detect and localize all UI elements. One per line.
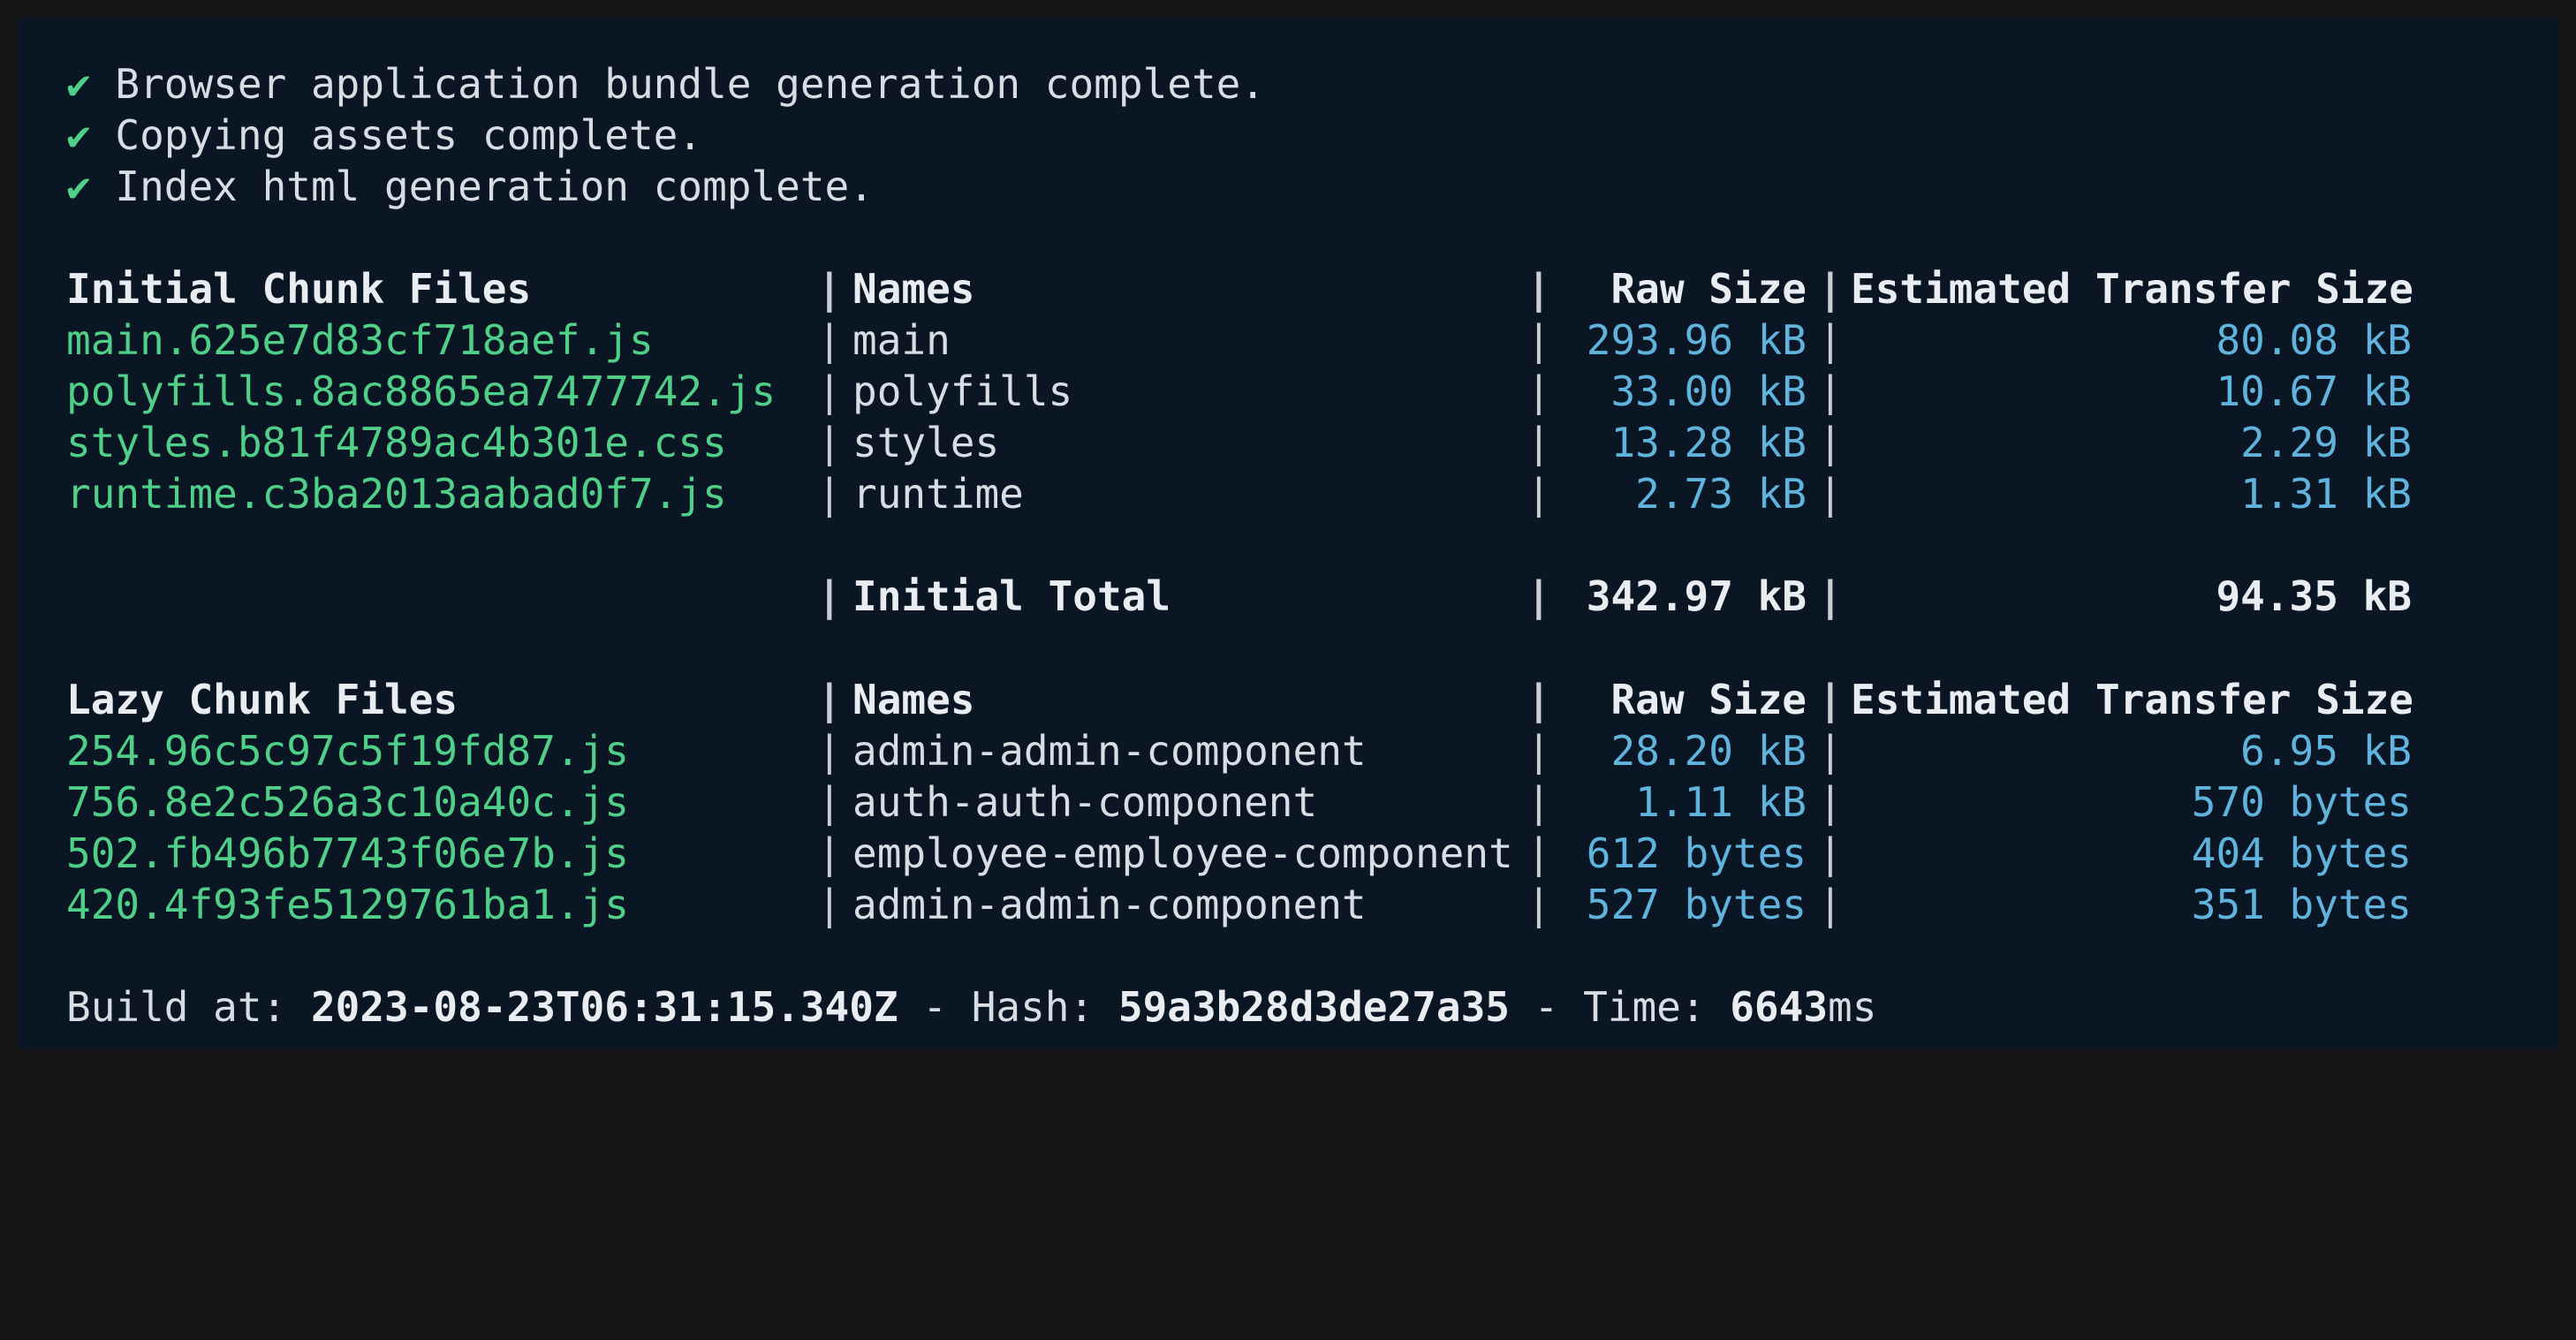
table-row: polyfills.8ac8865ea7477742.js | polyfill… [66, 366, 2412, 417]
chunk-name: polyfills [852, 367, 1073, 415]
table-row: 254.96c5c97c5f19fd87.js | admin-admin-co… [66, 725, 2412, 776]
raw-size: 33.00 kB [1610, 367, 1807, 415]
build-time: 2023-08-23T06:31:15.340Z [310, 983, 898, 1031]
table-row: 420.4f93fe5129761ba1.js | admin-admin-co… [66, 879, 2412, 930]
build-duration: 6643 [1730, 983, 1829, 1031]
column-separator: | [1818, 470, 1843, 518]
transfer-size: 6.95 kB [2240, 727, 2412, 775]
table-row: 756.8e2c526a3c10a40c.js | auth-auth-comp… [66, 776, 2412, 828]
header-raw-size: Raw Size [1610, 265, 1807, 313]
header-transfer-size: Estimated Transfer Size [1851, 676, 2413, 723]
raw-size: 13.28 kB [1610, 419, 1807, 466]
header-names: Names [852, 265, 975, 313]
lazy-table-header: Lazy Chunk Files | Names | Raw Size | Es… [66, 674, 2413, 725]
column-separator: | [817, 470, 842, 518]
chunk-file: styles.b81f4789ac4b301e.css [66, 419, 727, 466]
chunk-file: 420.4f93fe5129761ba1.js [66, 881, 629, 928]
transfer-size: 80.08 kB [2216, 316, 2412, 364]
status-text: Index html generation complete. [115, 163, 874, 210]
chunk-name: styles [852, 419, 1000, 466]
transfer-size: 1.31 kB [2240, 470, 2412, 518]
chunk-name: main [852, 316, 951, 364]
column-separator: | [1818, 676, 1843, 723]
header-transfer-size: Estimated Transfer Size [1851, 265, 2413, 313]
total-label: Initial Total [852, 572, 1171, 620]
column-separator: | [817, 676, 842, 723]
chunk-name: runtime [852, 470, 1024, 518]
chunk-name: auth-auth-component [852, 778, 1318, 826]
column-separator: | [817, 265, 842, 313]
column-separator: | [817, 419, 842, 466]
total-transfer-size: 94.35 kB [2216, 572, 2412, 620]
transfer-size: 570 bytes [2191, 778, 2412, 826]
column-separator: | [1818, 316, 1843, 364]
chunk-name: admin-admin-component [852, 727, 1367, 775]
header-files: Initial Chunk Files [66, 265, 532, 313]
transfer-size: 404 bytes [2191, 829, 2412, 877]
table-row: main.625e7d83cf718aef.js | main | 293.96… [66, 314, 2412, 366]
transfer-size: 351 bytes [2191, 881, 2412, 928]
table-row: 502.fb496b7743f06e7b.js | employee-emplo… [66, 828, 2412, 879]
terminal-window: ✔ Browser application bundle generation … [18, 18, 2558, 1049]
chunk-file: 756.8e2c526a3c10a40c.js [66, 778, 629, 826]
initial-table-header: Initial Chunk Files | Names | Raw Size |… [66, 263, 2413, 314]
chunk-name: admin-admin-component [852, 881, 1367, 928]
status-text: Browser application bundle generation co… [115, 60, 1266, 108]
status-text: Copying assets complete. [115, 111, 703, 159]
column-separator: | [1818, 572, 1843, 620]
transfer-size: 10.67 kB [2216, 367, 2412, 415]
raw-size: 1.11 kB [1635, 778, 1807, 826]
column-separator: | [817, 727, 842, 775]
column-separator: | [1818, 778, 1843, 826]
status-line: ✔ Copying assets complete. [66, 110, 702, 161]
hash-label: - Hash: [898, 983, 1118, 1031]
chunk-file: 502.fb496b7743f06e7b.js [66, 829, 629, 877]
column-separator: | [1818, 727, 1843, 775]
column-separator: | [817, 367, 842, 415]
header-files: Lazy Chunk Files [66, 676, 458, 723]
column-separator: | [817, 572, 842, 620]
chunk-file: polyfills.8ac8865ea7477742.js [66, 367, 777, 415]
check-icon: ✔ [66, 111, 91, 159]
raw-size: 612 bytes [1586, 829, 1807, 877]
chunk-file: runtime.c3ba2013aabad0f7.js [66, 470, 727, 518]
table-row: styles.b81f4789ac4b301e.css | styles | 1… [66, 417, 2412, 468]
transfer-size: 2.29 kB [2240, 419, 2412, 466]
header-names: Names [852, 676, 975, 723]
chunk-file: main.625e7d83cf718aef.js [66, 316, 654, 364]
build-summary: Build at: 2023-08-23T06:31:15.340Z - Has… [66, 981, 1876, 1033]
table-row: runtime.c3ba2013aabad0f7.js | runtime | … [66, 468, 2412, 519]
build-label: Build at: [66, 983, 311, 1031]
column-separator: | [1818, 419, 1843, 466]
column-separator: | [817, 316, 842, 364]
status-line: ✔ Index html generation complete. [66, 161, 874, 212]
raw-size: 2.73 kB [1635, 470, 1807, 518]
column-separator: | [1818, 829, 1843, 877]
time-label: - Time: [1509, 983, 1731, 1031]
column-separator: | [817, 778, 842, 826]
check-icon: ✔ [66, 163, 91, 210]
chunk-name: employee-employee-component [852, 829, 1513, 877]
raw-size: 527 bytes [1586, 881, 1807, 928]
column-separator: | [1818, 881, 1843, 928]
status-line: ✔ Browser application bundle generation … [66, 58, 1265, 110]
total-raw-size: 342.97 kB [1586, 572, 1807, 620]
raw-size: 28.20 kB [1610, 727, 1807, 775]
header-raw-size: Raw Size [1610, 676, 1807, 723]
column-separator: | [817, 881, 842, 928]
column-separator: | [817, 829, 842, 877]
raw-size: 293.96 kB [1586, 316, 1807, 364]
initial-total-row: | Initial Total | 342.97 kB | 94.35 kB [66, 571, 2412, 622]
check-icon: ✔ [66, 60, 91, 108]
build-hash: 59a3b28d3de27a35 [1118, 983, 1510, 1031]
chunk-file: 254.96c5c97c5f19fd87.js [66, 727, 629, 775]
column-separator: | [1818, 367, 1843, 415]
time-unit: ms [1828, 983, 1877, 1031]
column-separator: | [1818, 265, 1843, 313]
